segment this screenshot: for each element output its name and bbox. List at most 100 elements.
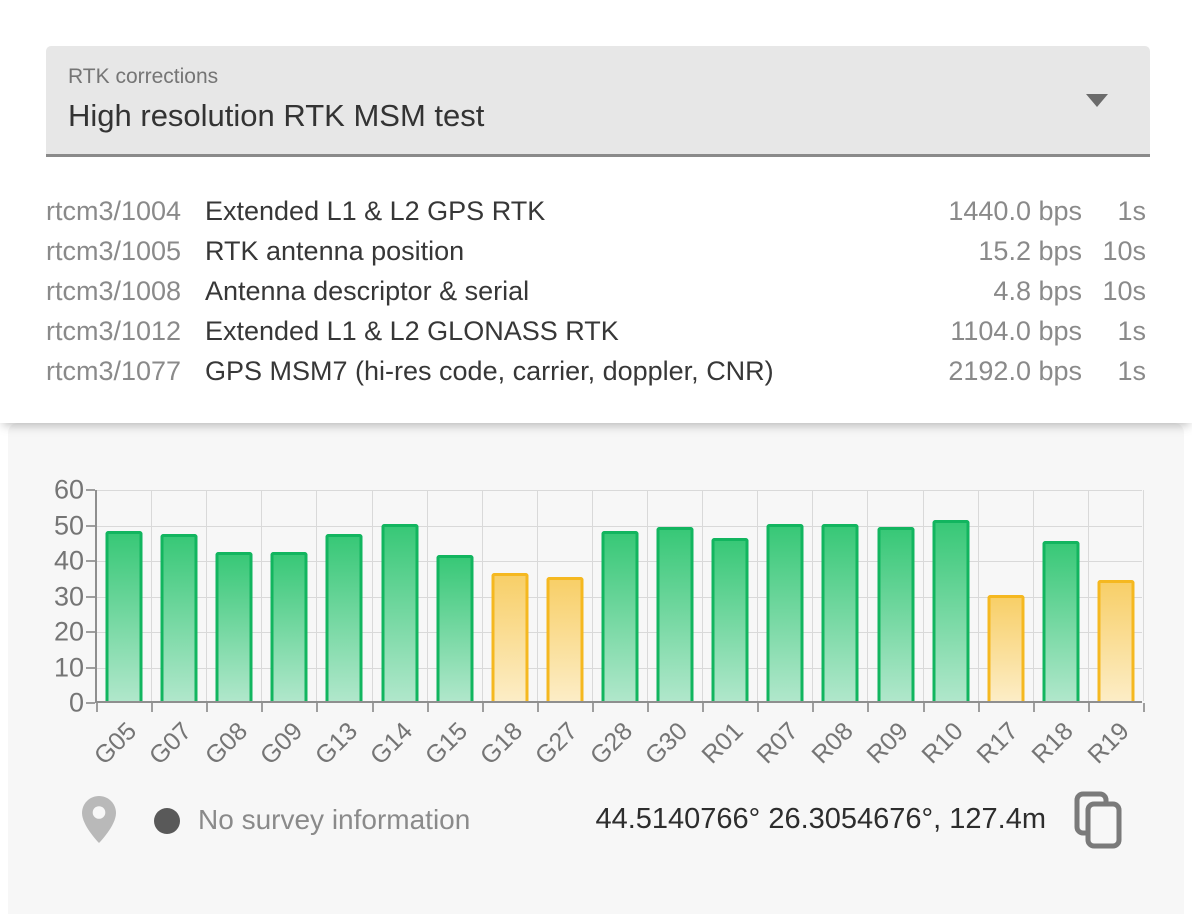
y-axis-tick — [86, 631, 95, 633]
chart-slot-G07 — [152, 490, 207, 701]
x-axis-tick — [702, 703, 704, 712]
satellite-snr-card: 0102030405060G05G07G08G09G13G14G15G18G27… — [8, 423, 1184, 914]
y-axis-label: 0 — [69, 688, 84, 719]
message-interval: 1s — [1082, 196, 1146, 227]
chart-slot-R01 — [703, 490, 758, 701]
snr-bar-R01 — [712, 538, 749, 701]
snr-bar-R19 — [1097, 580, 1134, 701]
x-axis-label-G18: G18 — [475, 717, 529, 771]
snr-bar-R07 — [767, 524, 804, 702]
snr-bar-G08 — [216, 552, 253, 701]
chart-slot-G05 — [97, 490, 152, 701]
message-interval: 10s — [1082, 236, 1146, 267]
x-axis-tick — [1088, 703, 1090, 712]
chart-slot-G18 — [483, 490, 538, 701]
y-axis-tick — [86, 596, 95, 598]
message-rate: 15.2 bps — [978, 236, 1082, 267]
snr-bar-R09 — [877, 527, 914, 701]
chart-slot-R09 — [868, 490, 923, 701]
snr-bar-G18 — [491, 573, 528, 701]
bar-chart-plot: 0102030405060G05G07G08G09G13G14G15G18G27… — [95, 490, 1142, 703]
x-axis-label-G09: G09 — [254, 717, 308, 771]
snr-bar-G05 — [106, 531, 143, 701]
corrections-panel: RTK corrections High resolution RTK MSM … — [0, 0, 1192, 423]
message-rate: 1440.0 bps — [948, 196, 1082, 227]
message-rate: 1104.0 bps — [950, 316, 1082, 347]
snr-bar-R17 — [987, 595, 1024, 702]
rtcm-message-row: rtcm3/1077 GPS MSM7 (hi-res code, carrie… — [46, 351, 1146, 391]
x-axis-tick — [261, 703, 263, 712]
message-id: rtcm3/1008 — [46, 276, 205, 307]
x-axis-label-R17: R17 — [972, 717, 1025, 770]
message-id: rtcm3/1005 — [46, 236, 205, 267]
chart-slot-G15 — [428, 490, 483, 701]
survey-status-dot-icon — [154, 808, 180, 834]
chart-slot-R10 — [924, 490, 979, 701]
corrections-profile-dropdown[interactable]: RTK corrections High resolution RTK MSM … — [46, 46, 1150, 157]
x-axis-label-R10: R10 — [917, 717, 970, 770]
x-axis-tick — [812, 703, 814, 712]
y-axis-label: 60 — [54, 475, 84, 506]
rtcm-message-row: rtcm3/1005 RTK antenna position 15.2 bps… — [46, 231, 1146, 271]
y-axis-tick — [86, 525, 95, 527]
rtcm-message-row: rtcm3/1008 Antenna descriptor & serial 4… — [46, 271, 1146, 311]
x-axis-tick — [316, 703, 318, 712]
chart-slot-G30 — [648, 490, 703, 701]
snr-bar-G07 — [161, 534, 198, 701]
chart-slot-G13 — [317, 490, 372, 701]
copy-icon[interactable] — [1074, 791, 1122, 849]
chart-slot-R18 — [1034, 490, 1089, 701]
chart-slot-R19 — [1089, 490, 1144, 701]
x-axis-tick — [867, 703, 869, 712]
x-axis-tick — [96, 703, 98, 712]
message-interval: 1s — [1082, 316, 1146, 347]
x-axis-label-G30: G30 — [640, 717, 694, 771]
snr-bar-G15 — [436, 555, 473, 701]
message-description: Antenna descriptor & serial — [205, 276, 529, 307]
x-axis-tick — [206, 703, 208, 712]
snr-bar-G28 — [601, 531, 638, 701]
message-description: Extended L1 & L2 GPS RTK — [205, 196, 545, 227]
y-axis-label: 50 — [54, 510, 84, 541]
message-interval: 1s — [1082, 356, 1146, 387]
survey-status-bar: No survey information 44.5140766° 26.305… — [8, 791, 1184, 855]
message-rate: 2192.0 bps — [948, 356, 1082, 387]
rtcm-message-row: rtcm3/1012 Extended L1 & L2 GLONASS RTK … — [46, 311, 1146, 351]
x-axis-label-G08: G08 — [199, 717, 253, 771]
y-axis-label: 30 — [54, 581, 84, 612]
chart-slot-G09 — [262, 490, 317, 701]
snr-bar-G27 — [546, 577, 583, 701]
message-id: rtcm3/1004 — [46, 196, 205, 227]
x-axis-label-G15: G15 — [420, 717, 474, 771]
y-axis-tick — [86, 702, 95, 704]
x-axis-label-R19: R19 — [1082, 717, 1135, 770]
x-axis-tick — [923, 703, 925, 712]
y-axis-label: 20 — [54, 617, 84, 648]
snr-bar-R10 — [932, 520, 969, 701]
y-axis-label: 40 — [54, 546, 84, 577]
y-axis-tick — [86, 560, 95, 562]
x-axis-label-R01: R01 — [696, 717, 749, 770]
x-axis-label-R09: R09 — [862, 717, 915, 770]
x-axis-tick — [427, 703, 429, 712]
x-axis-label-G13: G13 — [310, 717, 364, 771]
message-description: Extended L1 & L2 GLONASS RTK — [205, 316, 619, 347]
message-description: RTK antenna position — [205, 236, 464, 267]
rtcm-message-list: rtcm3/1004 Extended L1 & L2 GPS RTK 1440… — [46, 191, 1146, 391]
chart-slot-G27 — [538, 490, 593, 701]
y-axis-tick — [86, 667, 95, 669]
snr-bar-G13 — [326, 534, 363, 701]
snr-bar-R18 — [1042, 541, 1079, 701]
x-axis-label-G07: G07 — [144, 717, 198, 771]
snr-bar-G14 — [381, 524, 418, 702]
x-axis-tick — [1143, 703, 1145, 712]
x-axis-tick — [592, 703, 594, 712]
x-axis-tick — [372, 703, 374, 712]
snr-bar-G30 — [657, 527, 694, 701]
x-axis-label-G05: G05 — [89, 717, 143, 771]
survey-status-text: No survey information — [198, 804, 470, 836]
x-axis-tick — [482, 703, 484, 712]
message-interval: 10s — [1082, 276, 1146, 307]
dropdown-selected-value: High resolution RTK MSM test — [68, 98, 484, 134]
chart-slot-G28 — [593, 490, 648, 701]
